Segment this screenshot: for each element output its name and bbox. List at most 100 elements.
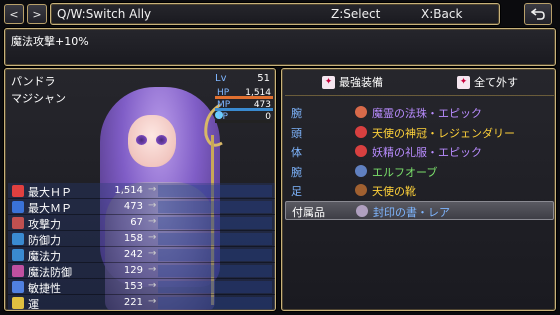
hp-bar-fill xyxy=(215,96,273,99)
mp-gauge: MP 473 xyxy=(215,100,273,111)
select-hint: Z:Select xyxy=(331,7,381,21)
stat-preview xyxy=(158,265,272,277)
switch-ally-hint: Q/W:Switch Ally xyxy=(57,7,152,21)
item-icon xyxy=(355,106,367,118)
stat-label: 防御力 xyxy=(28,234,61,247)
clear-label: 全て外す xyxy=(474,76,518,89)
sword-icon xyxy=(12,217,24,229)
stat-preview xyxy=(158,281,272,293)
next-label: > xyxy=(32,7,42,21)
equip-slot-row[interactable]: 腕 エルフオーブ xyxy=(285,162,554,181)
back-hint: X:Back xyxy=(421,7,463,21)
character-name: パンドラ xyxy=(11,75,56,88)
shield-icon xyxy=(12,233,24,245)
item-icon xyxy=(356,204,368,217)
equip-slot-row[interactable]: 付属品 封印の書・レア xyxy=(285,200,554,220)
optimize-button[interactable]: ✦ 最強装備 xyxy=(322,73,383,91)
equip-slot-row[interactable]: 体 妖精の礼服・エピック xyxy=(285,142,554,161)
character-class: マジシャン xyxy=(11,92,66,105)
magic-icon xyxy=(12,249,24,261)
stat-arrow: → xyxy=(148,248,157,259)
stat-value: 1,514 xyxy=(114,185,143,196)
character-status-panel: パンドラ マジシャン Lv 51 HP 1,514 MP 473 TP 0 最大… xyxy=(4,68,276,311)
stat-value: 158 xyxy=(123,233,143,244)
stat-label: 魔法防御 xyxy=(28,266,72,279)
stat-row: 最大ＨＰ 1,514 → xyxy=(8,183,275,199)
stat-preview xyxy=(158,233,272,245)
equip-item-name: 妖精の礼服・エピック xyxy=(372,146,482,159)
equip-item-name: 封印の書・レア xyxy=(373,205,450,219)
stat-row: 最大ＭＰ 473 → xyxy=(8,199,275,215)
stat-value: 242 xyxy=(123,249,143,260)
stat-row: 魔法力 242 → xyxy=(8,247,275,263)
level-value: 51 xyxy=(257,73,270,84)
stat-row: 敏捷性 153 → xyxy=(8,279,275,295)
equip-item-name: 魔霊の法珠・エピック xyxy=(372,107,482,120)
equip-slot-label: 体 xyxy=(291,146,302,159)
equip-slot-label: 腕 xyxy=(291,165,302,179)
stat-row: 攻撃力 67 → xyxy=(8,215,275,231)
divider xyxy=(285,95,554,96)
stat-label: 運 xyxy=(28,298,39,311)
stat-preview xyxy=(158,201,272,213)
next-ally-button[interactable]: > xyxy=(27,4,47,24)
equip-slot-label: 付属品 xyxy=(292,205,325,219)
prev-label: < xyxy=(9,7,19,21)
equip-slot-row[interactable]: 腕 魔霊の法珠・エピック xyxy=(285,103,554,122)
stat-arrow: → xyxy=(148,280,157,291)
stat-label: 最大ＨＰ xyxy=(28,186,72,199)
magic-defense-icon xyxy=(12,265,24,277)
item-icon xyxy=(355,184,367,196)
description-box: 魔法攻撃+10% xyxy=(4,28,556,66)
stat-preview xyxy=(158,217,272,229)
stat-arrow: → xyxy=(148,264,157,275)
boot-icon xyxy=(12,281,24,293)
hp-gauge: HP 1,514 xyxy=(215,88,273,99)
stat-row: 防御力 158 → xyxy=(8,231,275,247)
stat-arrow: → xyxy=(148,216,157,227)
stat-label: 攻撃力 xyxy=(28,218,61,231)
equip-slot-label: 腕 xyxy=(291,107,302,120)
hint-bar: Q/W:Switch Ally Z:Select X:Back xyxy=(50,3,500,25)
tp-gauge: TP 0 xyxy=(215,112,273,123)
equip-slot-row[interactable]: 頭 天使の神冠・レジェンダリー xyxy=(285,123,554,142)
stat-row: 魔法防御 129 → xyxy=(8,263,275,279)
return-icon xyxy=(531,8,545,20)
clear-all-button[interactable]: ✦ 全て外す xyxy=(457,73,518,91)
equip-slot-label: 頭 xyxy=(291,126,302,140)
stat-value: 153 xyxy=(123,281,143,292)
optimize-label: 最強装備 xyxy=(339,76,383,89)
stat-label: 魔法力 xyxy=(28,250,61,263)
equip-item-name: 天使の神冠・レジェンダリー xyxy=(372,126,515,140)
stat-label: 敏捷性 xyxy=(28,282,61,295)
level-label: Lv xyxy=(215,73,227,84)
equip-slot-label: 足 xyxy=(291,185,302,198)
prev-ally-button[interactable]: < xyxy=(4,4,24,24)
stat-label: 最大ＭＰ xyxy=(28,202,72,215)
heart-icon xyxy=(12,185,24,197)
luck-icon xyxy=(12,297,24,309)
stat-value: 129 xyxy=(123,265,143,276)
stat-row: 運 221 → xyxy=(8,295,275,311)
stat-arrow: → xyxy=(148,200,157,211)
mp-bar-fill xyxy=(215,108,273,111)
stat-arrow: → xyxy=(148,184,157,195)
equip-item-name: 天使の靴 xyxy=(372,185,416,198)
equip-item-name: エルフオーブ xyxy=(372,165,438,179)
equip-slot-row[interactable]: 足 天使の靴 xyxy=(285,181,554,200)
optimize-icon: ✦ xyxy=(322,75,335,89)
item-icon xyxy=(355,125,367,138)
stat-arrow: → xyxy=(148,232,157,243)
item-icon xyxy=(355,164,367,177)
stat-value: 221 xyxy=(123,297,143,308)
back-button[interactable] xyxy=(524,3,552,25)
stat-value: 473 xyxy=(123,201,143,212)
stat-value: 67 xyxy=(130,217,143,228)
mp-icon xyxy=(12,201,24,213)
equipment-panel: ✦ 最強装備 ✦ 全て外す 腕 魔霊の法珠・エピック頭 天使の神冠・レジェンダリー体… xyxy=(281,68,556,311)
stat-preview xyxy=(158,249,272,261)
stat-preview xyxy=(158,297,272,309)
stat-arrow: → xyxy=(148,296,157,307)
clear-icon: ✦ xyxy=(457,75,470,89)
item-icon xyxy=(355,145,367,157)
